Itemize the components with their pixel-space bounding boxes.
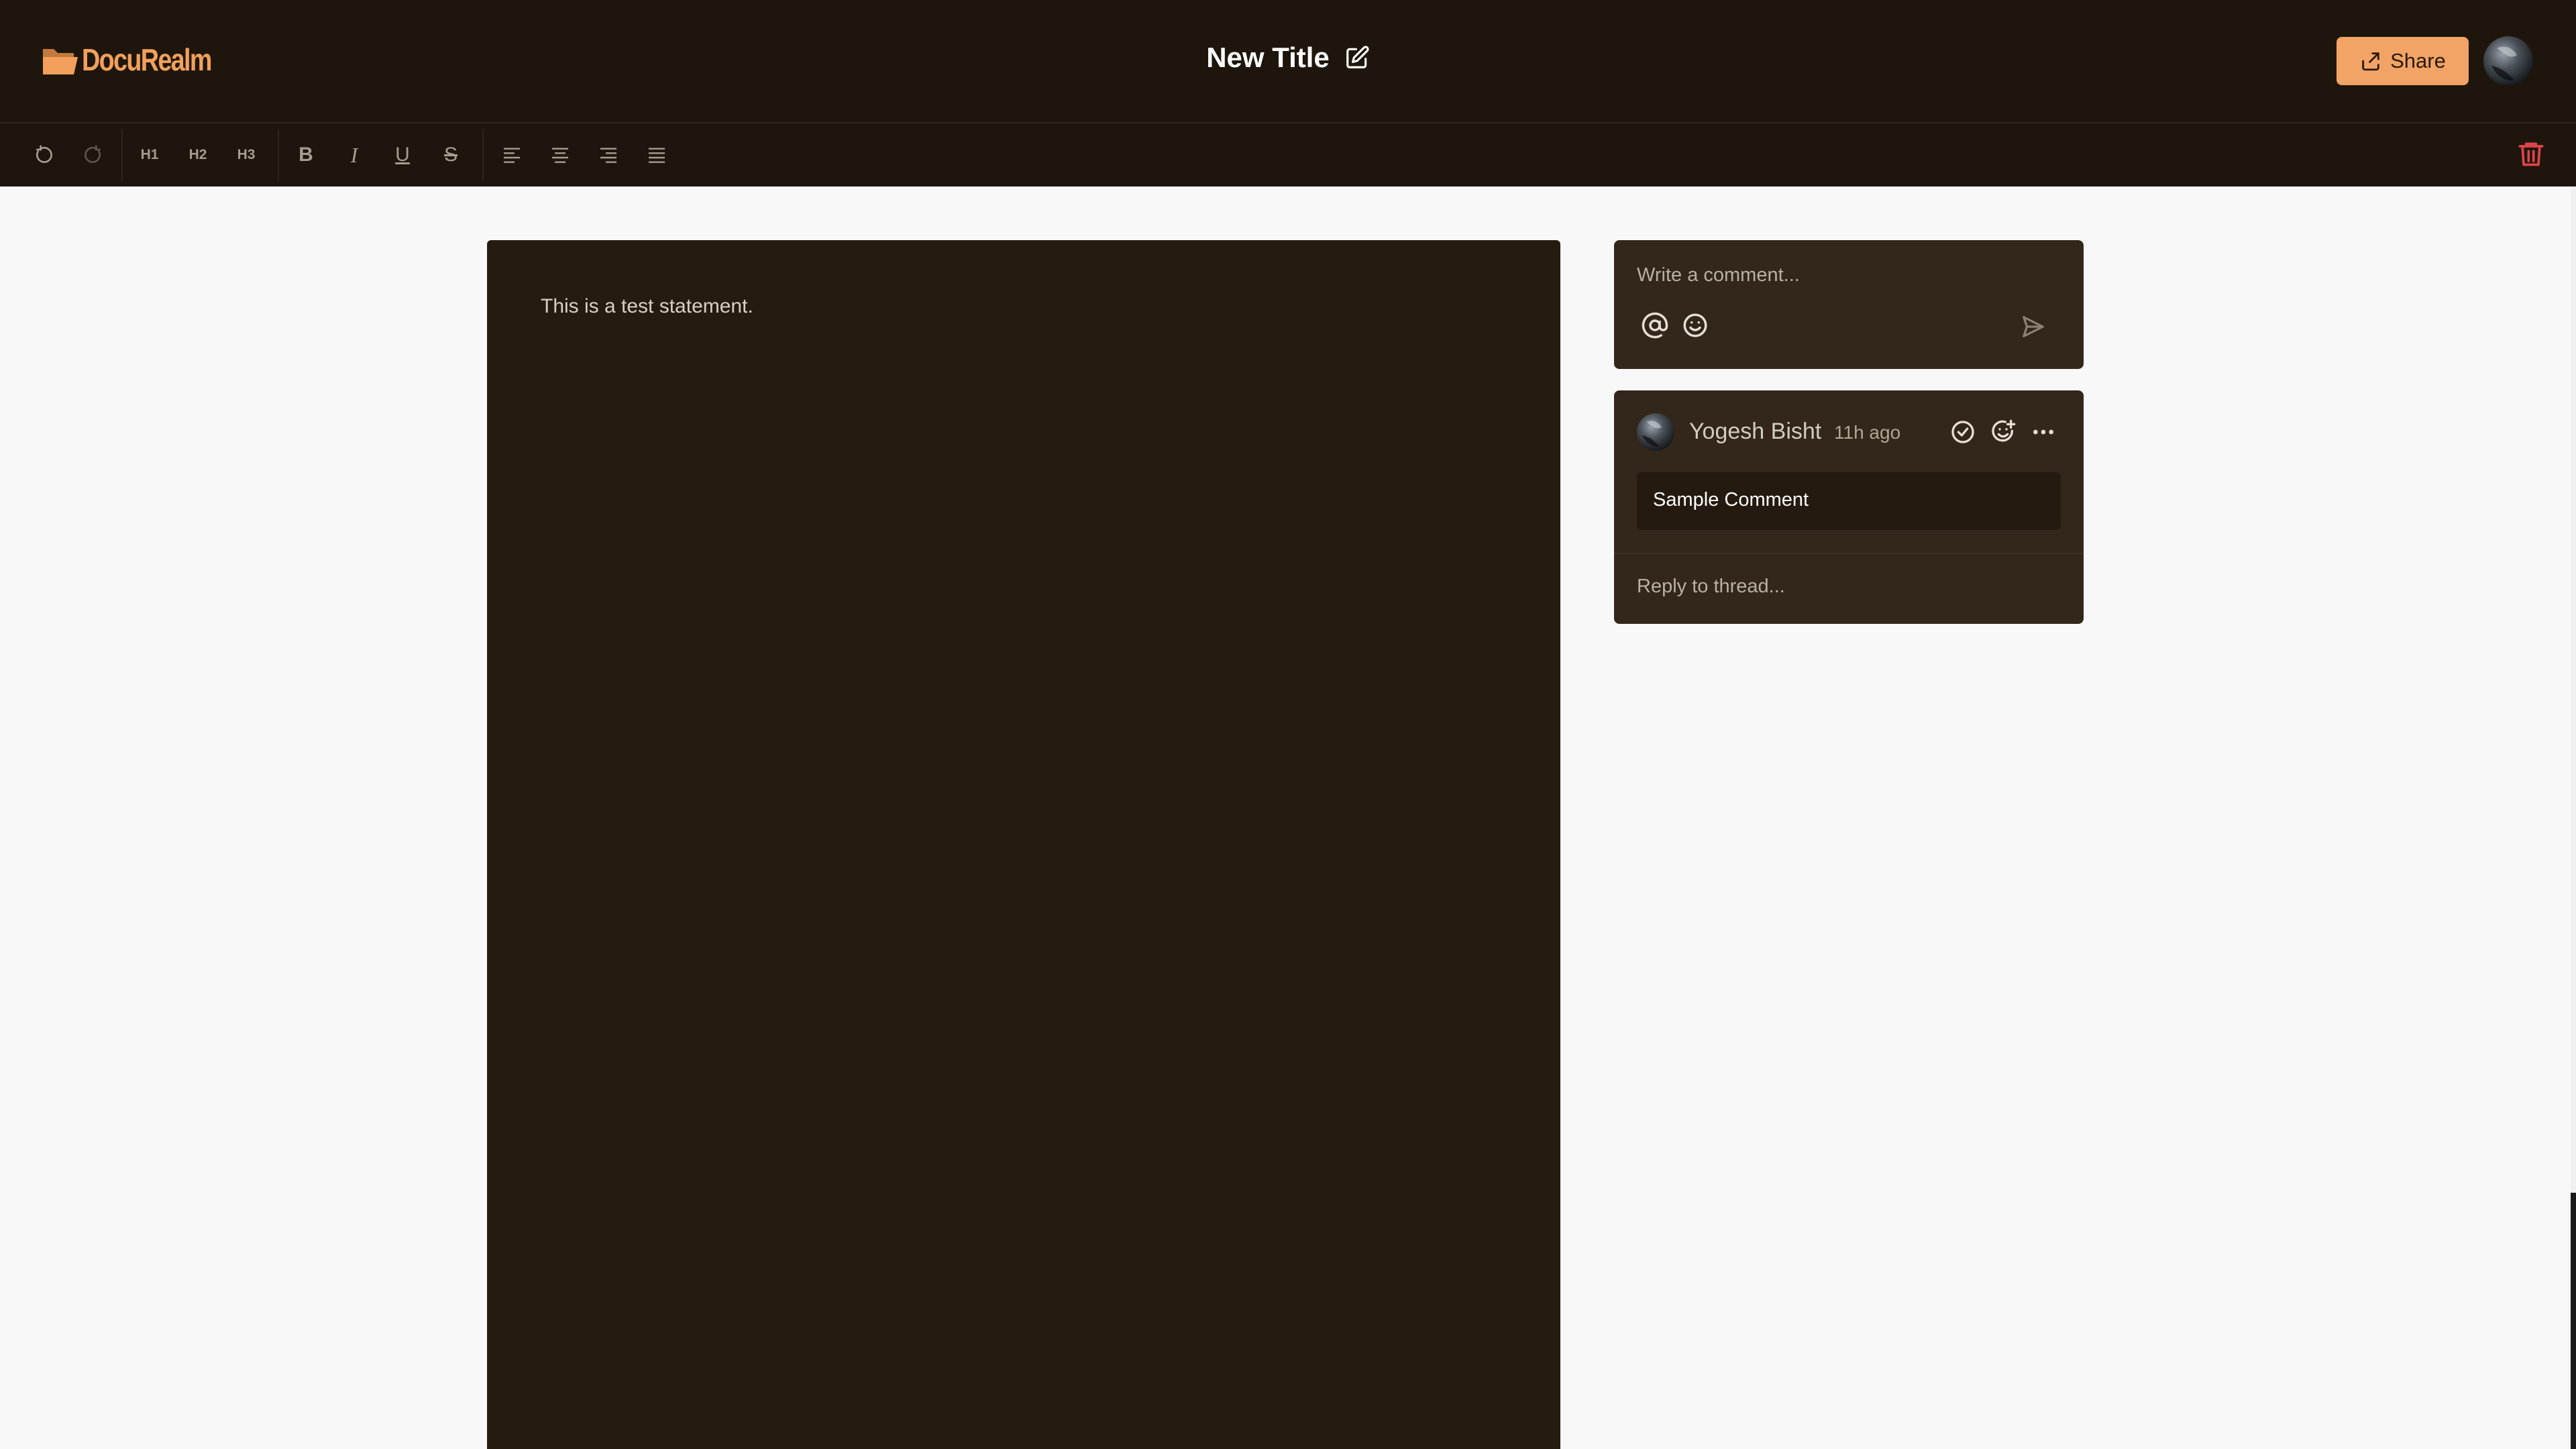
comment-thread: Yogesh Bisht 11h ago Sample Comment Repl… <box>1614 390 2084 624</box>
share-icon <box>2362 52 2379 71</box>
emoji-icon[interactable] <box>1681 311 1709 339</box>
comment-input[interactable]: Write a comment... <box>1637 264 1800 286</box>
formatting-toolbar: H1 H2 H3 B I U S <box>0 123 2576 186</box>
align-left-icon[interactable] <box>495 138 529 172</box>
heading-2-button[interactable]: H2 <box>181 138 215 172</box>
toolbar-divider <box>278 129 279 181</box>
send-icon[interactable] <box>2021 314 2046 339</box>
document-title[interactable]: New Title <box>1206 42 1330 74</box>
more-options-icon[interactable] <box>2030 419 2057 445</box>
mention-icon[interactable] <box>1641 311 1669 339</box>
undo-icon[interactable] <box>28 138 61 172</box>
align-justify-icon[interactable] <box>640 138 674 172</box>
comment-author: Yogesh Bisht <box>1689 419 1822 444</box>
comment-text: Sample Comment <box>1653 489 1809 511</box>
thread-divider <box>1614 553 2084 554</box>
avatar <box>1637 413 1674 451</box>
reply-input[interactable]: Reply to thread... <box>1637 576 1785 598</box>
title-area: New Title <box>0 42 2576 74</box>
comment-timestamp: 11h ago <box>1834 422 1901 443</box>
scrollbar-thumb[interactable] <box>2571 186 2576 1193</box>
share-button[interactable]: Share <box>2337 37 2469 85</box>
underline-button[interactable]: U <box>386 138 419 172</box>
align-center-icon[interactable] <box>543 138 577 172</box>
add-reaction-icon[interactable] <box>1990 419 2017 445</box>
align-right-icon[interactable] <box>592 138 625 172</box>
user-avatar[interactable] <box>2483 36 2533 86</box>
document-body-text[interactable]: This is a test statement. <box>541 295 753 318</box>
comment-composer[interactable]: Write a comment... <box>1614 240 2084 369</box>
heading-1-button[interactable]: H1 <box>133 138 166 172</box>
heading-3-button[interactable]: H3 <box>229 138 263 172</box>
bold-button[interactable]: B <box>289 138 323 172</box>
redo-icon[interactable] <box>76 138 109 172</box>
toolbar-divider <box>482 129 484 181</box>
resolve-check-icon[interactable] <box>1949 419 1976 445</box>
top-header: DocuRealm New Title Share <box>0 0 2576 123</box>
edit-title-icon[interactable] <box>1344 45 1370 70</box>
trash-icon[interactable] <box>2516 137 2546 170</box>
toolbar-divider <box>121 129 123 181</box>
comment-body: Sample Comment <box>1637 472 2061 530</box>
strikethrough-button[interactable]: S <box>434 138 468 172</box>
share-label: Share <box>2390 49 2446 72</box>
italic-button[interactable]: I <box>337 138 371 172</box>
document-page[interactable]: This is a test statement. <box>487 240 1560 1449</box>
